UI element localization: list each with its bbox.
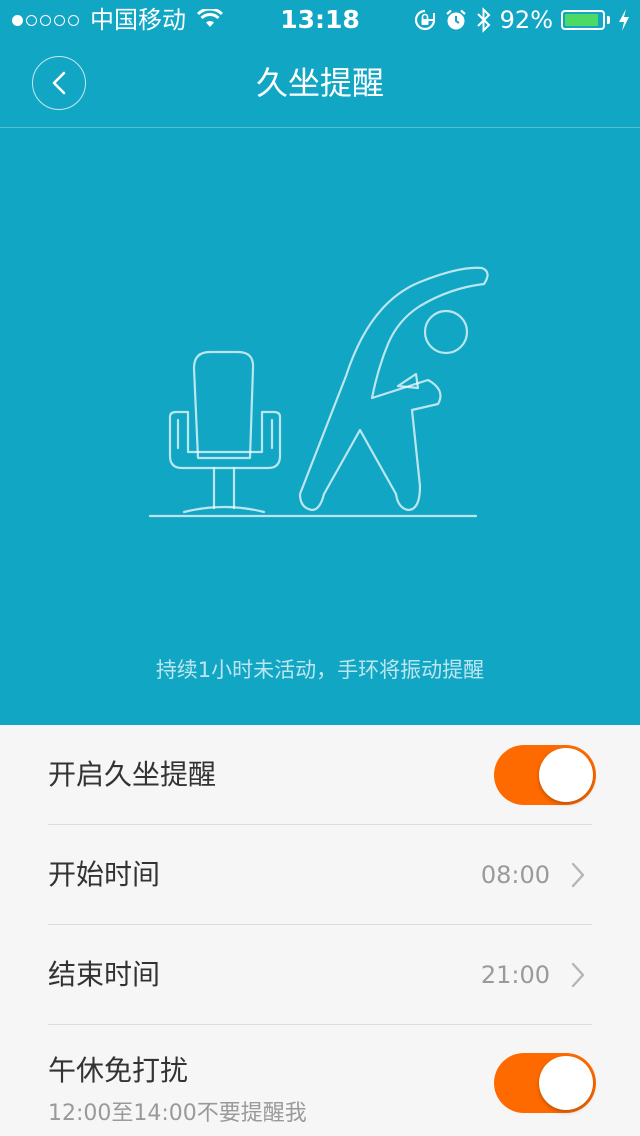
page-title: 久坐提醒 — [255, 64, 384, 102]
battery-tip — [607, 16, 610, 24]
screen: 中国移动 13:18 92% 久坐提醒 持续1小时未活动，手环将振动提醒 开启久… — [0, 0, 640, 1136]
toggle-knob — [539, 1056, 593, 1110]
start-time-row[interactable]: 开始时间 08:00 — [48, 825, 592, 925]
stretching-person-icon — [298, 266, 489, 512]
chair-icon — [168, 350, 282, 514]
enable-reminder-row: 开启久坐提醒 — [48, 725, 596, 825]
start-time-label: 开始时间 — [48, 858, 161, 891]
sedentary-illustration — [148, 266, 489, 518]
toggle-knob — [539, 748, 593, 802]
chevron-right-icon — [571, 962, 585, 988]
enable-reminder-label: 开启久坐提醒 — [48, 758, 217, 791]
end-time-label: 结束时间 — [48, 958, 161, 991]
alarm-icon — [445, 9, 466, 30]
noon-dnd-sublabel: 12:00至14:00不要提醒我 — [48, 1101, 307, 1126]
bluetooth-icon — [476, 7, 491, 33]
enable-reminder-toggle[interactable] — [494, 745, 596, 805]
noon-dnd-row: 午休免打扰 12:00至14:00不要提醒我 — [48, 1025, 596, 1136]
chevron-right-icon — [571, 862, 585, 888]
noon-dnd-toggle[interactable] — [494, 1053, 596, 1113]
charging-icon — [619, 9, 629, 31]
noon-dnd-label: 午休免打扰 — [48, 1054, 189, 1087]
nav-bar: 久坐提醒 — [0, 40, 640, 128]
hero-banner: 持续1小时未活动，手环将振动提醒 — [0, 128, 640, 725]
end-time-value: 21:00 — [480, 961, 550, 989]
start-time-value: 08:00 — [480, 861, 550, 889]
hero-caption: 持续1小时未活动，手环将振动提醒 — [155, 658, 485, 682]
settings-list: 开启久坐提醒 开始时间 08:00 结束时间 21:00 午休免打扰 12:00… — [0, 725, 640, 1136]
battery-icon — [561, 10, 605, 30]
rotation-lock-icon — [414, 9, 435, 31]
status-bar: 中国移动 13:18 92% — [0, 0, 640, 40]
end-time-row[interactable]: 结束时间 21:00 — [48, 925, 592, 1025]
battery-percent: 92% — [499, 6, 553, 34]
